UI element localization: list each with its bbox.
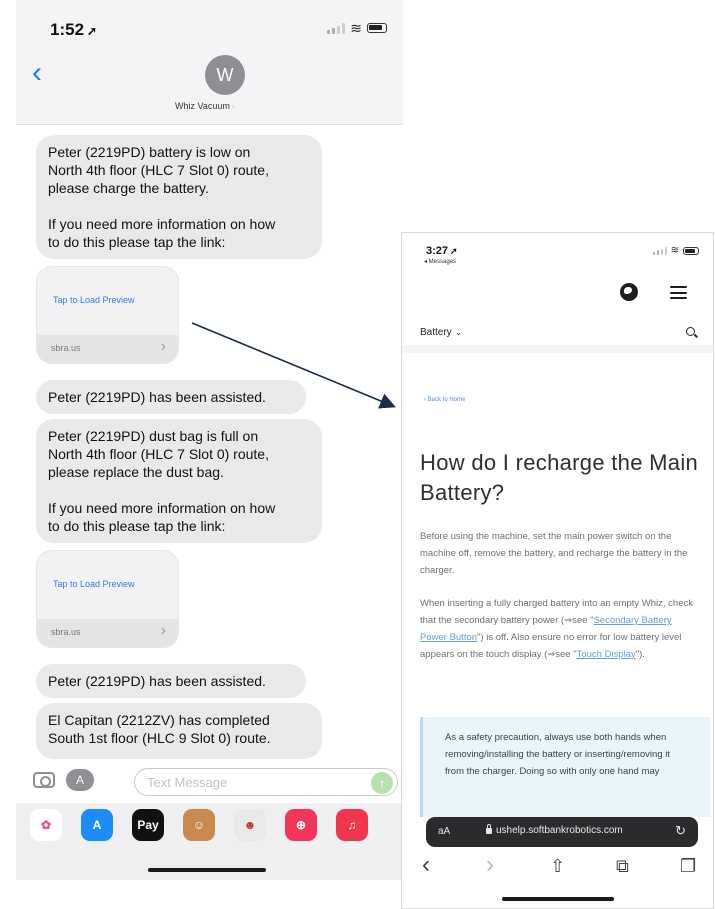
tabs-icon[interactable]: ❐ [680, 857, 696, 875]
status-bar-time: 1:52 ➚ [50, 20, 98, 39]
share-icon[interactable]: ⇧ [550, 857, 565, 875]
message-input[interactable] [134, 768, 398, 796]
link-domain: sbra.us [51, 627, 81, 637]
address-bar[interactable]: aA ushelp.softbankrobotics.com ↻ [426, 817, 698, 847]
link-preview-card[interactable]: Tap to Load Preview sbra.us › [36, 550, 179, 648]
send-button[interactable]: ↑ [371, 772, 393, 794]
status-bar-time: 3:27 ➚ [426, 245, 458, 257]
lock-icon [486, 824, 492, 834]
touch-display-link[interactable]: Touch Display [577, 649, 636, 660]
home-indicator[interactable] [148, 868, 266, 872]
home-indicator[interactable] [502, 897, 614, 901]
article-paragraph: Before using the machine, set the main p… [420, 531, 688, 576]
location-icon: ➚ [450, 246, 458, 256]
article-title: How do I recharge the Main Battery? [420, 450, 699, 505]
category-dropdown[interactable]: Battery ⌄ [420, 327, 462, 338]
back-arrow-icon[interactable]: ‹ [422, 853, 430, 877]
reader-settings-button[interactable]: aA [438, 826, 450, 837]
chevron-down-icon: ⌄ [454, 327, 463, 337]
status-bar-icons: ≋ [327, 21, 387, 35]
url-text[interactable]: ushelp.softbankrobotics.com [496, 825, 623, 836]
link-preview-footer: sbra.us › [37, 619, 178, 647]
messages-screen: 1:52 ➚ ≋ ‹ W Whiz Vacuum › Peter (2219PD) … [16, 0, 403, 880]
camera-icon[interactable] [33, 772, 55, 788]
message-bubble-assisted: Peter (2219PD) has been assisted. [36, 380, 306, 414]
contact-name[interactable]: Whiz Vacuum › [175, 101, 235, 111]
battery-icon [367, 23, 387, 33]
back-to-messages-link[interactable]: ◂ Messages [424, 258, 456, 265]
link-preview-footer: sbra.us › [37, 335, 178, 363]
forward-arrow-icon[interactable]: › [486, 853, 494, 877]
wifi-icon: ≋ [670, 245, 679, 256]
globe-icon[interactable] [620, 283, 638, 301]
search-icon[interactable] [686, 327, 695, 336]
message-bubble-battery-low: Peter (2219PD) battery is low on North 4… [36, 135, 322, 259]
article-paragraph: When inserting a fully charged battery i… [420, 598, 693, 660]
category-bar: Battery ⌄ [402, 313, 713, 353]
status-bar-icons: ≋ [652, 245, 699, 256]
tap-to-load-preview[interactable]: Tap to Load Preview [53, 579, 135, 589]
message-composer: A ↑ [16, 758, 403, 804]
link-preview-card[interactable]: Tap to Load Preview sbra.us › [36, 266, 179, 364]
app-store-button[interactable]: A [66, 769, 94, 791]
chevron-right-icon: › [160, 338, 166, 355]
imessage-app-tray: ✿ A Pay ☺ ☻ ⊕ ♫ [16, 803, 403, 880]
location-icon: ➚ [87, 24, 98, 38]
cellular-signal-icon [327, 22, 346, 34]
message-bubble-assisted: Peter (2219PD) has been assisted. [36, 664, 306, 698]
animoji-icon[interactable]: ☻ [234, 809, 266, 841]
cellular-signal-icon [652, 247, 667, 255]
memoji-icon[interactable]: ☺ [183, 809, 215, 841]
message-bubble-dust-bag: Peter (2219PD) dust bag is full on North… [36, 419, 322, 543]
reload-icon[interactable]: ↻ [675, 823, 686, 839]
back-to-home-link[interactable]: ‹ Back to Home [424, 397, 465, 403]
contact-avatar[interactable]: W [205, 55, 245, 95]
photos-app-icon[interactable]: ✿ [30, 809, 62, 841]
app-store-icon[interactable]: A [81, 809, 113, 841]
back-button[interactable]: ‹ [32, 58, 42, 88]
safari-screen: 3:27 ➚ ◂ Messages ≋ Battery ⌄ ‹ Back to Ho… [401, 232, 714, 909]
battery-icon [683, 247, 699, 255]
hamburger-menu-icon[interactable] [670, 286, 687, 299]
wifi-icon: ≋ [350, 20, 362, 36]
image-search-icon[interactable]: ⊕ [285, 809, 317, 841]
chevron-right-icon: › [160, 622, 166, 639]
safari-toolbar: ‹ › ⇧ ⧉ ❐ [402, 853, 713, 883]
message-bubble-route-completed: El Capitan (2212ZV) has completed South … [36, 703, 322, 759]
tap-to-load-preview[interactable]: Tap to Load Preview [53, 295, 135, 305]
bookmarks-icon[interactable]: ⧉ [616, 857, 629, 875]
safety-callout: As a safety precaution, always use both … [420, 717, 710, 817]
link-domain: sbra.us [51, 343, 81, 353]
apple-pay-icon[interactable]: Pay [132, 809, 164, 841]
chevron-right-icon: › [231, 101, 235, 111]
music-icon[interactable]: ♫ [336, 809, 368, 841]
